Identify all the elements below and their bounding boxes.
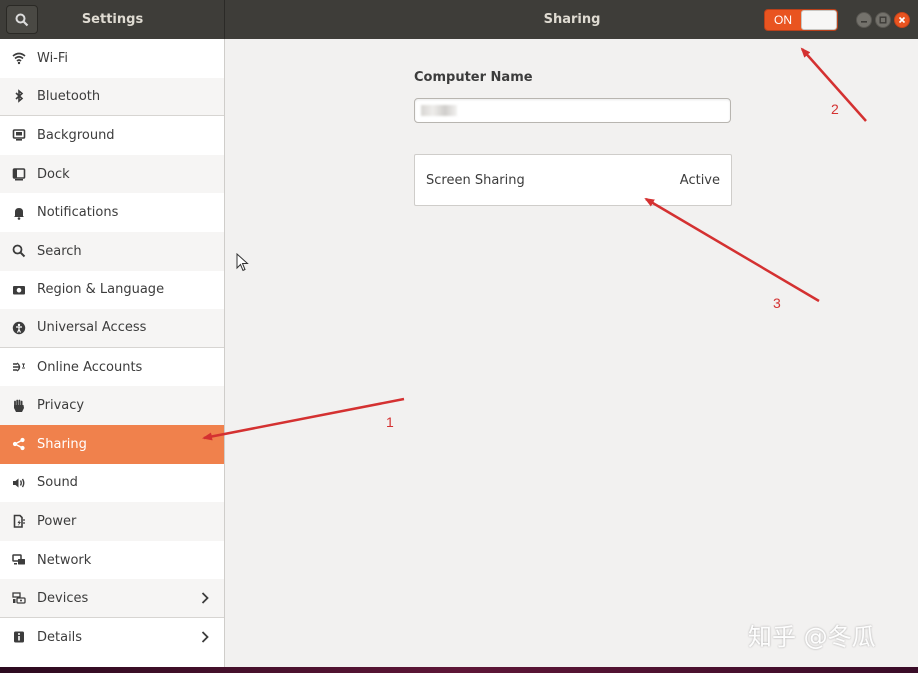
sidebar-item-dock[interactable]: Dock [0, 154, 224, 194]
sharing-list: Screen Sharing Active [414, 154, 732, 206]
main-content: Computer Name Screen Sharing Active [226, 39, 918, 667]
window-controls [856, 12, 910, 28]
wifi-icon [10, 49, 28, 67]
accessibility-icon [10, 319, 28, 337]
sidebar: Wi-Fi Bluetooth Background Dock Notifica… [0, 39, 225, 667]
devices-icon [10, 589, 28, 607]
sidebar-item-label: Sharing [37, 436, 87, 452]
header-bar: Settings Sharing ON [0, 0, 918, 39]
bluetooth-icon [10, 87, 28, 105]
computer-name-field[interactable] [414, 98, 731, 123]
sidebar-item-label: Sound [37, 475, 78, 491]
sidebar-item-label: Online Accounts [37, 359, 143, 375]
sidebar-item-label: Power [37, 513, 77, 529]
sidebar-item-label: Devices [37, 590, 89, 606]
sharing-master-switch[interactable]: ON [764, 9, 838, 31]
maximize-button[interactable] [875, 12, 891, 28]
switch-label: ON [774, 13, 792, 27]
header-left: Settings [0, 0, 225, 39]
sidebar-item-label: Bluetooth [37, 88, 101, 104]
search-button[interactable] [6, 5, 38, 34]
sidebar-item-power[interactable]: Power [0, 502, 224, 541]
switch-knob[interactable] [801, 10, 837, 30]
sidebar-item-devices[interactable]: Devices [0, 579, 224, 618]
dock-icon [10, 165, 28, 183]
info-icon [10, 628, 28, 646]
annotation-label-2: 2 [831, 101, 839, 117]
sidebar-item-label: Dock [37, 166, 70, 182]
sidebar-item-label: Wi-Fi [37, 50, 69, 66]
chevron-right-icon [201, 631, 209, 643]
settings-title: Settings [81, 12, 144, 27]
sidebar-item-label: Search [37, 243, 82, 259]
share-icon [10, 435, 28, 453]
desktop-background [0, 667, 918, 673]
sidebar-item-privacy[interactable]: Privacy [0, 386, 224, 425]
settings-window: Settings Sharing ON Wi-Fi Bluetooth Back… [0, 0, 918, 667]
sidebar-item-sharing[interactable]: Sharing [0, 424, 224, 464]
close-button[interactable] [894, 12, 910, 28]
sidebar-item-label: Background [37, 127, 115, 143]
watermark: 知乎 @冬瓜 [748, 623, 876, 651]
screen-sharing-status: Active [679, 172, 720, 188]
sidebar-item-bluetooth[interactable]: Bluetooth [0, 77, 224, 117]
sidebar-item-notifications[interactable]: Notifications [0, 193, 224, 232]
blurred-computer-name [421, 105, 457, 116]
screen-sharing-row[interactable]: Screen Sharing Active [415, 155, 731, 205]
search-icon [10, 242, 28, 260]
sidebar-item-sound[interactable]: Sound [0, 464, 224, 503]
chevron-right-icon [201, 592, 209, 604]
sidebar-item-label: Notifications [37, 205, 119, 221]
search-icon [15, 13, 29, 26]
minimize-button[interactable] [856, 12, 872, 28]
screen-sharing-label: Screen Sharing [426, 172, 525, 188]
close-icon [898, 16, 906, 24]
sidebar-item-search[interactable]: Search [0, 231, 224, 271]
online-accounts-icon [10, 358, 28, 376]
sidebar-item-details[interactable]: Details [0, 618, 224, 657]
sidebar-item-online-accounts[interactable]: Online Accounts [0, 348, 224, 387]
sidebar-item-universal-access[interactable]: Universal Access [0, 309, 224, 348]
sidebar-item-wifi[interactable]: Wi-Fi [0, 39, 224, 78]
sidebar-item-network[interactable]: Network [0, 541, 224, 580]
sidebar-item-label: Network [37, 552, 92, 568]
sidebar-item-background[interactable]: Background [0, 116, 224, 155]
sidebar-item-label: Region & Language [37, 282, 165, 298]
sidebar-item-label: Details [37, 629, 83, 645]
minimize-icon [861, 21, 867, 23]
speaker-icon [10, 474, 28, 492]
maximize-icon [879, 16, 887, 24]
power-icon [10, 512, 28, 530]
annotation-label-3: 3 [773, 295, 781, 311]
computer-name-label: Computer Name [414, 70, 533, 85]
mouse-pointer-icon [236, 253, 249, 272]
sidebar-item-label: Universal Access [37, 320, 147, 336]
sidebar-item-region-language[interactable]: Region & Language [0, 271, 224, 310]
annotation-label-1: 1 [386, 414, 394, 430]
sidebar-item-label: Privacy [37, 398, 85, 414]
bell-icon [10, 204, 28, 222]
background-icon [10, 126, 28, 144]
network-icon [10, 551, 28, 569]
hand-icon [10, 397, 28, 415]
camera-icon [10, 281, 28, 299]
